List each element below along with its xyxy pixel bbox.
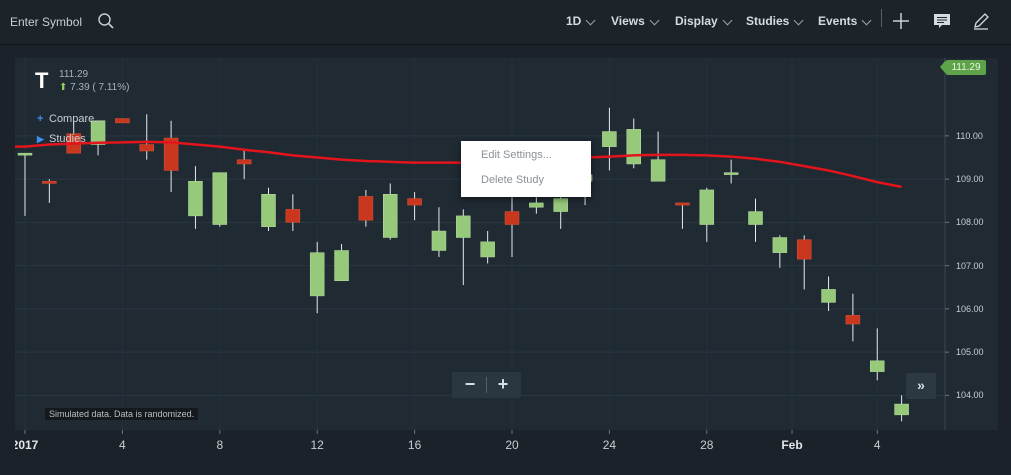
candle-body [407,198,422,206]
candle-body [261,194,276,227]
plus-icon[interactable] [891,11,911,31]
chevron-down-icon [861,15,872,26]
candle-body [748,211,763,225]
chevron-down-icon [585,15,596,26]
candle-body [723,172,739,175]
x-axis-tick-label: 2017 [15,438,39,452]
symbol-change: ⬆ 7.39 ( 7.11%) [59,82,129,93]
candle-body [236,159,252,165]
x-axis-tick-label: 8 [216,438,224,452]
candle-body [212,172,228,225]
x-axis-tick-label: 28 [700,438,714,452]
y-axis-tick-label: 108.00 [956,217,984,228]
views-menu[interactable]: Views [611,14,660,28]
candle-body [529,202,544,208]
chevron-down-icon [722,15,733,26]
triangle-right-icon: ▶ [37,134,44,144]
edit-settings-menu-item[interactable]: Edit Settings... [481,149,552,161]
x-axis-tick-label: 12 [310,438,324,452]
candle-body [115,118,130,124]
events-menu[interactable]: Events [818,14,872,28]
candle-body [894,403,909,416]
zoom-in-button[interactable]: + [488,373,518,397]
x-axis-tick-label: 20 [505,438,519,452]
candle-body [17,152,33,156]
studies-control[interactable]: ▶ Studies [37,133,86,145]
symbol-ticker: T [35,68,49,93]
candle-body [456,215,471,238]
candle-body [334,250,349,282]
last-price-label: 111.29 [940,60,986,75]
compare-label: Compare... [49,113,104,125]
chevron-down-icon [649,15,660,26]
top-toolbar: 1D Views Display Studies Events [0,0,1011,45]
interval-menu-label: 1D [566,14,582,28]
compare-control[interactable]: + Compare... [37,113,103,125]
chart-panel[interactable]: T 111.29 ⬆ 7.39 ( 7.11%) + Compare... ▶ St… [15,58,998,457]
candle-body [431,230,447,251]
y-axis-tick-label: 106.00 [956,303,984,314]
symbol-price: 111.29 [59,69,89,80]
comment-icon[interactable] [932,11,952,31]
candle-body [309,252,325,297]
candle-body [504,211,520,225]
x-axis-tick-label: Feb [781,438,803,452]
candle-body [553,198,568,212]
chevron-down-icon [793,15,804,26]
candle-body [602,131,617,147]
candle-body [358,196,374,221]
y-axis-tick-label: 107.00 [956,260,984,271]
candle-body [796,239,812,260]
candle-body [285,209,301,223]
arrow-up-icon: ⬆ [59,82,68,93]
y-axis-tick-label: 105.00 [956,347,984,358]
interval-menu[interactable]: 1D [566,14,596,28]
fast-forward-icon[interactable]: » [906,373,936,399]
zoom-divider [486,377,487,393]
candle-body [821,289,836,303]
delete-study-menu-item[interactable]: Delete Study [481,174,544,186]
candle-body [772,237,788,253]
candle-body [845,315,861,325]
study-context-menu: Edit Settings... Delete Study [461,141,591,197]
candle-body [42,181,57,184]
candle-body [675,202,690,206]
x-axis-tick-label: 24 [602,438,617,452]
studies-menu-label: Studies [746,14,790,28]
display-menu[interactable]: Display [675,14,733,28]
toolbar-divider [881,9,882,27]
studies-menu[interactable]: Studies [746,14,804,28]
candle-body [699,189,715,225]
zoom-controls: − + [452,372,521,398]
x-axis-tick-label: 4 [873,438,881,452]
display-menu-label: Display [675,14,718,28]
views-menu-label: Views [611,14,645,28]
pencil-icon[interactable] [971,11,991,31]
plus-icon: + [37,113,44,125]
x-axis-tick-label: 16 [407,438,422,452]
y-axis-tick-label: 109.00 [956,174,984,185]
y-axis-tick-label: 110.00 [956,130,983,141]
zoom-out-button[interactable]: − [455,373,485,397]
studies-label: Studies [49,133,86,145]
x-axis-tick-label: 4 [119,438,126,452]
search-icon[interactable] [97,12,115,30]
candle-body [139,144,154,152]
candle-body [383,194,398,238]
y-axis-tick-label: 104.00 [956,390,984,401]
candle-body [188,181,203,217]
events-menu-label: Events [818,14,858,28]
candle-body [480,241,495,258]
candle-body [870,360,885,372]
symbol-change-value: 7.39 ( 7.11%) [70,82,130,93]
candle-body [650,159,666,182]
candle-body [626,129,641,165]
disclaimer-text: Simulated data. Data is randomized. [45,408,199,420]
